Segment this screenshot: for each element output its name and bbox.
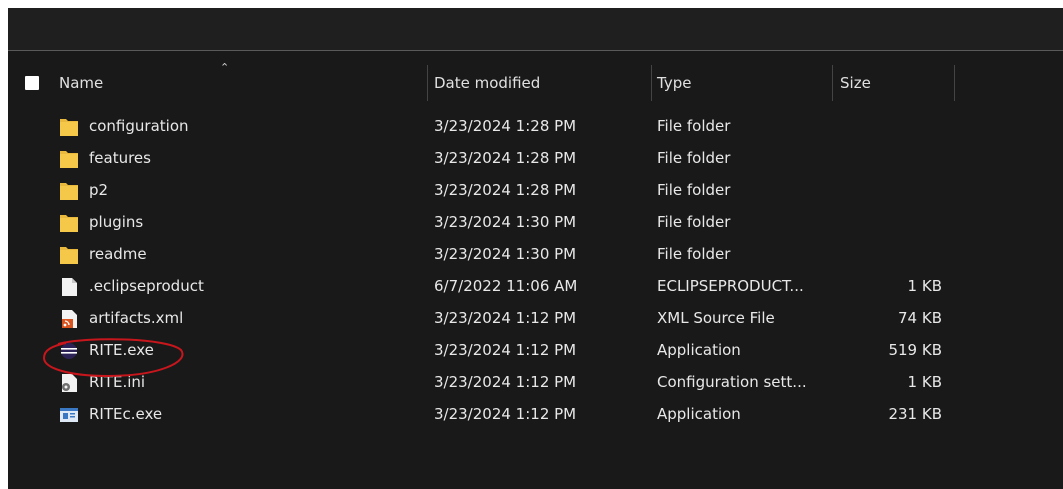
file-type: Configuration sett... <box>657 373 807 391</box>
column-header-size[interactable]: Size <box>840 61 871 105</box>
folder-icon <box>59 244 79 264</box>
column-divider[interactable] <box>832 65 833 101</box>
file-date-modified: 3/23/2024 1:12 PM <box>434 405 577 423</box>
folder-icon <box>59 180 79 200</box>
file-type: ECLIPSEPRODUCT... <box>657 277 804 295</box>
folder-icon <box>59 212 79 232</box>
column-divider[interactable] <box>427 65 428 101</box>
file-date-modified: 3/23/2024 1:28 PM <box>434 117 577 135</box>
column-divider[interactable] <box>651 65 652 101</box>
file-size: 519 KB <box>888 341 942 359</box>
file-date-modified: 6/7/2022 11:06 AM <box>434 277 578 295</box>
file-date-modified: 3/23/2024 1:30 PM <box>434 213 577 231</box>
xml-file-icon <box>59 308 79 328</box>
column-header-name[interactable]: Name <box>59 61 103 105</box>
file-type: XML Source File <box>657 309 775 327</box>
column-header-date[interactable]: Date modified <box>434 61 540 105</box>
file-icon <box>59 276 79 296</box>
column-header-row: Name ⌃ Date modified Type Size <box>8 61 1063 105</box>
address-bar-area <box>8 8 1063 51</box>
file-date-modified: 3/23/2024 1:30 PM <box>434 245 577 263</box>
file-row[interactable]: features 3/23/2024 1:28 PM File folder <box>8 142 1063 174</box>
file-type: File folder <box>657 117 731 135</box>
console-app-icon <box>59 404 79 424</box>
file-row[interactable]: p2 3/23/2024 1:28 PM File folder <box>8 174 1063 206</box>
file-explorer-window: Name ⌃ Date modified Type Size configura… <box>8 8 1063 489</box>
file-name: readme <box>89 245 147 263</box>
file-size: 231 KB <box>888 405 942 423</box>
file-type: Application <box>657 341 741 359</box>
red-circle-annotation <box>42 338 184 378</box>
file-row[interactable]: configuration 3/23/2024 1:28 PM File fol… <box>8 110 1063 142</box>
file-row[interactable]: artifacts.xml 3/23/2024 1:12 PM XML Sour… <box>8 302 1063 334</box>
file-date-modified: 3/23/2024 1:12 PM <box>434 341 577 359</box>
file-row[interactable]: plugins 3/23/2024 1:30 PM File folder <box>8 206 1063 238</box>
column-header-size-label: Size <box>840 74 871 92</box>
file-name: p2 <box>89 181 109 199</box>
folder-icon <box>59 148 79 168</box>
file-name: features <box>89 149 151 167</box>
column-header-name-label: Name <box>59 74 104 92</box>
file-size: 1 KB <box>907 373 942 391</box>
file-type: File folder <box>657 149 731 167</box>
file-date-modified: 3/23/2024 1:12 PM <box>434 373 577 391</box>
file-name: RITEc.exe <box>89 405 163 423</box>
sort-ascending-icon: ⌃ <box>220 61 230 74</box>
column-header-type-label: Type <box>657 74 692 92</box>
column-header-date-label: Date modified <box>434 74 541 92</box>
file-date-modified: 3/23/2024 1:28 PM <box>434 181 577 199</box>
file-name: configuration <box>89 117 189 135</box>
file-row[interactable]: readme 3/23/2024 1:30 PM File folder <box>8 238 1063 270</box>
file-date-modified: 3/23/2024 1:28 PM <box>434 149 577 167</box>
file-date-modified: 3/23/2024 1:12 PM <box>434 309 577 327</box>
folder-icon <box>59 116 79 136</box>
file-type: File folder <box>657 181 731 199</box>
column-divider[interactable] <box>954 65 955 101</box>
file-size: 1 KB <box>907 277 942 295</box>
file-row[interactable]: RITEc.exe 3/23/2024 1:12 PM Application … <box>8 398 1063 430</box>
file-name: artifacts.xml <box>89 309 184 327</box>
file-row[interactable]: .eclipseproduct 6/7/2022 11:06 AM ECLIPS… <box>8 270 1063 302</box>
column-header-type[interactable]: Type <box>657 61 691 105</box>
file-list: configuration 3/23/2024 1:28 PM File fol… <box>8 110 1063 430</box>
file-type: File folder <box>657 245 731 263</box>
file-size: 74 KB <box>898 309 942 327</box>
file-name: plugins <box>89 213 144 231</box>
file-type: File folder <box>657 213 731 231</box>
file-type: Application <box>657 405 741 423</box>
file-name: .eclipseproduct <box>89 277 204 295</box>
select-all-checkbox[interactable] <box>25 76 39 90</box>
